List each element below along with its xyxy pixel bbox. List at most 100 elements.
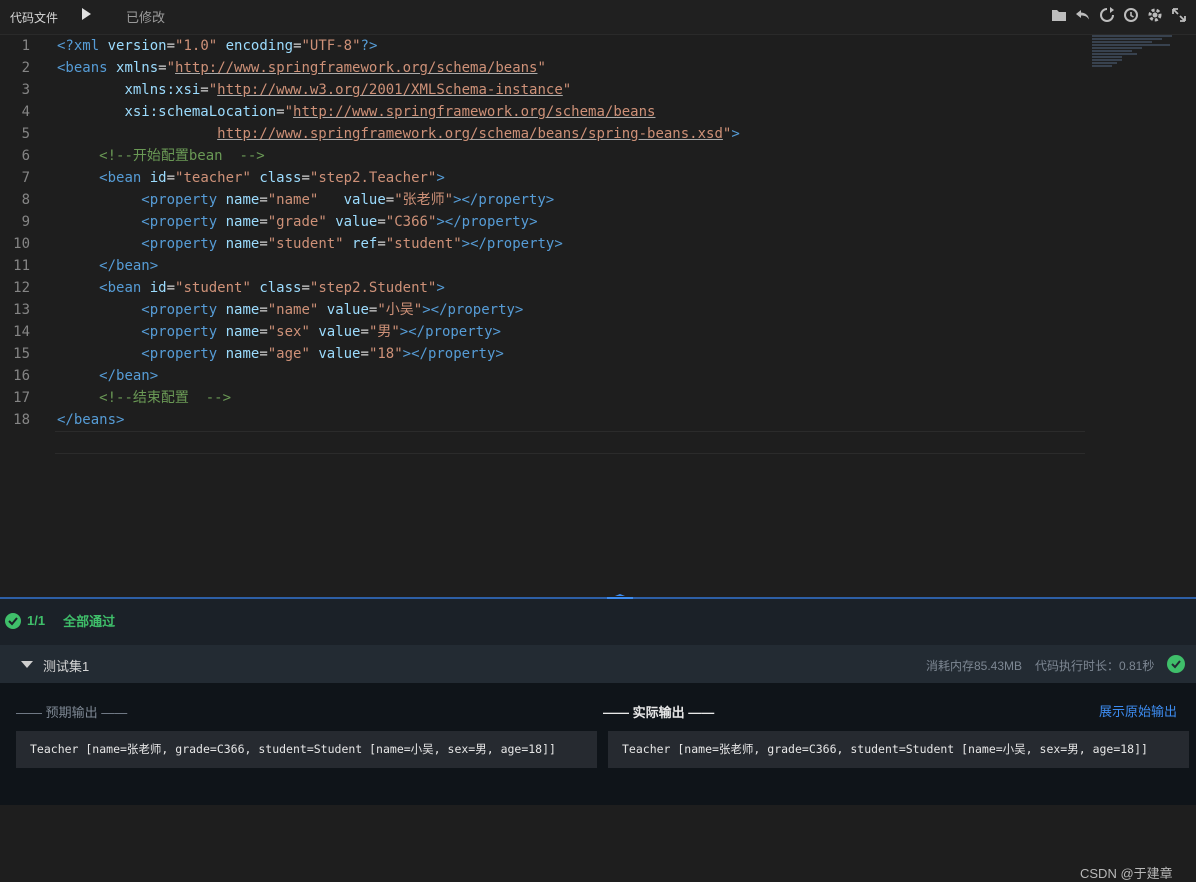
code-token: "student" bbox=[175, 280, 251, 296]
line-number: 6 bbox=[21, 148, 30, 164]
code-editor[interactable]: 1 2 3 4 5 6 7 8 9 10 11 12 13 14 15 16 17 18 <?xml versio… bbox=[0, 35, 1196, 597]
code-token: class bbox=[259, 280, 302, 296]
folder-icon[interactable] bbox=[1050, 6, 1068, 24]
code-line[interactable]: <property name="student" ref="student"><… bbox=[57, 233, 740, 255]
code-token: xmlns bbox=[116, 60, 159, 76]
code-line[interactable]: <bean id="student" class="step2.Student"… bbox=[57, 277, 740, 299]
line-number: 18 bbox=[13, 412, 30, 428]
code-token: <?xml bbox=[57, 38, 108, 54]
code-token: ></property> bbox=[422, 302, 524, 318]
pass-count: 1/1 bbox=[27, 613, 46, 628]
code-token: " bbox=[562, 82, 572, 98]
code-line[interactable]: http://www.springframework.org/schema/be… bbox=[57, 123, 740, 145]
caret-down-icon[interactable] bbox=[21, 661, 33, 668]
code-token: http://www.springframework.org/schema/be… bbox=[293, 104, 656, 120]
code-token: <property bbox=[141, 324, 226, 340]
check-circle-icon bbox=[1167, 655, 1185, 673]
code-token: = bbox=[385, 192, 395, 208]
code-token: <property bbox=[141, 192, 226, 208]
code-token: "男" bbox=[368, 324, 400, 340]
line-number: 13 bbox=[13, 302, 30, 318]
code-line[interactable]: <?xml version="1.0" encoding="UTF-8"?> bbox=[57, 35, 740, 57]
code-token: <property bbox=[141, 214, 226, 230]
history-icon[interactable] bbox=[1122, 6, 1140, 24]
code-line[interactable]: <property name="age" value="18"></proper… bbox=[57, 343, 740, 365]
code-line[interactable]: xsi:schemaLocation="http://www.springfra… bbox=[57, 101, 740, 123]
tab-code-file[interactable]: 代码文件 bbox=[10, 9, 58, 26]
code-token: <bean bbox=[99, 280, 150, 296]
code-token: = bbox=[377, 236, 386, 252]
code-token: "grade" bbox=[267, 214, 327, 230]
line-number: 10 bbox=[13, 236, 30, 252]
code-line[interactable]: <property name="sex" value="男"></propert… bbox=[57, 321, 740, 343]
code-line[interactable]: <bean id="teacher" class="step2.Teacher"… bbox=[57, 167, 740, 189]
test-set-header[interactable]: 测试集1 消耗内存85.43MB 代码执行时长：0.81秒 bbox=[0, 645, 1196, 683]
line-number: 8 bbox=[21, 192, 30, 208]
code-line[interactable]: <beans xmlns="http://www.springframework… bbox=[57, 57, 740, 79]
code-line[interactable]: </bean> bbox=[57, 365, 740, 387]
code-token: name bbox=[225, 324, 260, 340]
minimap[interactable] bbox=[1092, 35, 1182, 75]
line-number: 11 bbox=[13, 258, 30, 274]
undo-icon[interactable] bbox=[1074, 6, 1092, 24]
code-token: name bbox=[225, 192, 260, 208]
run-button[interactable] bbox=[82, 8, 91, 20]
code-token: </bean> bbox=[99, 258, 159, 274]
current-line-highlight bbox=[55, 431, 1085, 454]
code-token: version bbox=[107, 38, 167, 54]
code-token: <beans bbox=[57, 60, 117, 76]
line-number: 14 bbox=[13, 324, 30, 340]
code-token: = bbox=[301, 280, 310, 296]
code-line[interactable]: </bean> bbox=[57, 255, 740, 277]
gear-icon[interactable] bbox=[1146, 6, 1164, 24]
line-number: 1 bbox=[21, 38, 30, 54]
code-token: "1.0" bbox=[175, 38, 218, 54]
fullscreen-icon[interactable] bbox=[1170, 6, 1188, 24]
code-line[interactable]: </beans> bbox=[57, 409, 740, 431]
code-content[interactable]: <?xml version="1.0" encoding="UTF-8"?> <b… bbox=[57, 35, 740, 431]
code-line[interactable]: <property name="grade" value="C366"></pr… bbox=[57, 211, 740, 233]
code-token: " bbox=[166, 60, 176, 76]
line-number: 15 bbox=[13, 346, 30, 362]
code-line[interactable]: <property name="name" value="小吴"></prope… bbox=[57, 299, 740, 321]
code-token: "UTF-8" bbox=[301, 38, 361, 54]
code-line[interactable]: <!--开始配置bean --> bbox=[57, 145, 740, 167]
code-token: <!--结束配置 --> bbox=[99, 390, 232, 406]
code-token: > bbox=[731, 126, 740, 142]
code-token: "age" bbox=[267, 346, 310, 362]
line-number: 4 bbox=[21, 104, 30, 120]
editor-toolbar: 代码文件 已修改 bbox=[0, 0, 1196, 35]
test-set-title: 测试集1 bbox=[43, 659, 90, 674]
code-token: "18" bbox=[368, 346, 403, 362]
code-line[interactable]: xmlns:xsi="http://www.w3.org/2001/XMLSch… bbox=[57, 79, 740, 101]
code-token: "C366" bbox=[385, 214, 437, 230]
show-raw-output-link[interactable]: 展示原始输出 bbox=[1099, 701, 1177, 720]
code-token: "step2.Teacher" bbox=[309, 170, 437, 186]
code-token: = bbox=[276, 104, 285, 120]
code-token: name bbox=[225, 302, 260, 318]
code-token: " bbox=[284, 104, 294, 120]
code-token: > bbox=[436, 170, 445, 186]
code-token: <property bbox=[141, 346, 226, 362]
code-line[interactable]: <property name="name" value="张老师"></prop… bbox=[57, 189, 740, 211]
code-token: value bbox=[343, 192, 386, 208]
code-line[interactable]: <!--结束配置 --> bbox=[57, 387, 740, 409]
code-token: = bbox=[301, 170, 310, 186]
code-token: name bbox=[225, 346, 260, 362]
refresh-icon[interactable] bbox=[1098, 6, 1116, 24]
code-token: "name" bbox=[267, 302, 319, 318]
code-token: = bbox=[259, 302, 268, 318]
watermark: CSDN @于建章 bbox=[1080, 866, 1173, 881]
test-results-panel: 1/1 全部通过 测试集1 消耗内存85.43MB 代码执行时长：0.81秒 —… bbox=[0, 599, 1196, 881]
pass-status: 全部通过 bbox=[63, 614, 116, 629]
